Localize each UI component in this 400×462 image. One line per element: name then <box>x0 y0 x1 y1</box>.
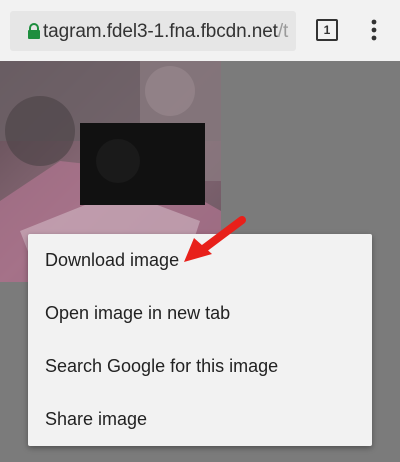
menu-item-search-google-image[interactable]: Search Google for this image <box>28 340 372 393</box>
url-bar[interactable]: tagram.fdel3-1.fna.fbcdn.net/t <box>10 11 296 51</box>
red-arrow-annotation <box>184 216 246 262</box>
more-vert-icon[interactable] <box>368 18 380 42</box>
browser-toolbar: tagram.fdel3-1.fna.fbcdn.net/t 1 <box>0 0 400 61</box>
menu-item-open-image-new-tab[interactable]: Open image in new tab <box>28 287 372 340</box>
url-text: tagram.fdel3-1.fna.fbcdn.net/t <box>43 21 288 43</box>
menu-item-share-image[interactable]: Share image <box>28 393 372 446</box>
url-path: /t <box>277 21 289 42</box>
url-host: tagram.fdel3-1.fna.fbcdn.net <box>43 21 278 42</box>
tab-switcher-button[interactable]: 1 <box>316 19 338 41</box>
lock-icon <box>28 23 40 39</box>
